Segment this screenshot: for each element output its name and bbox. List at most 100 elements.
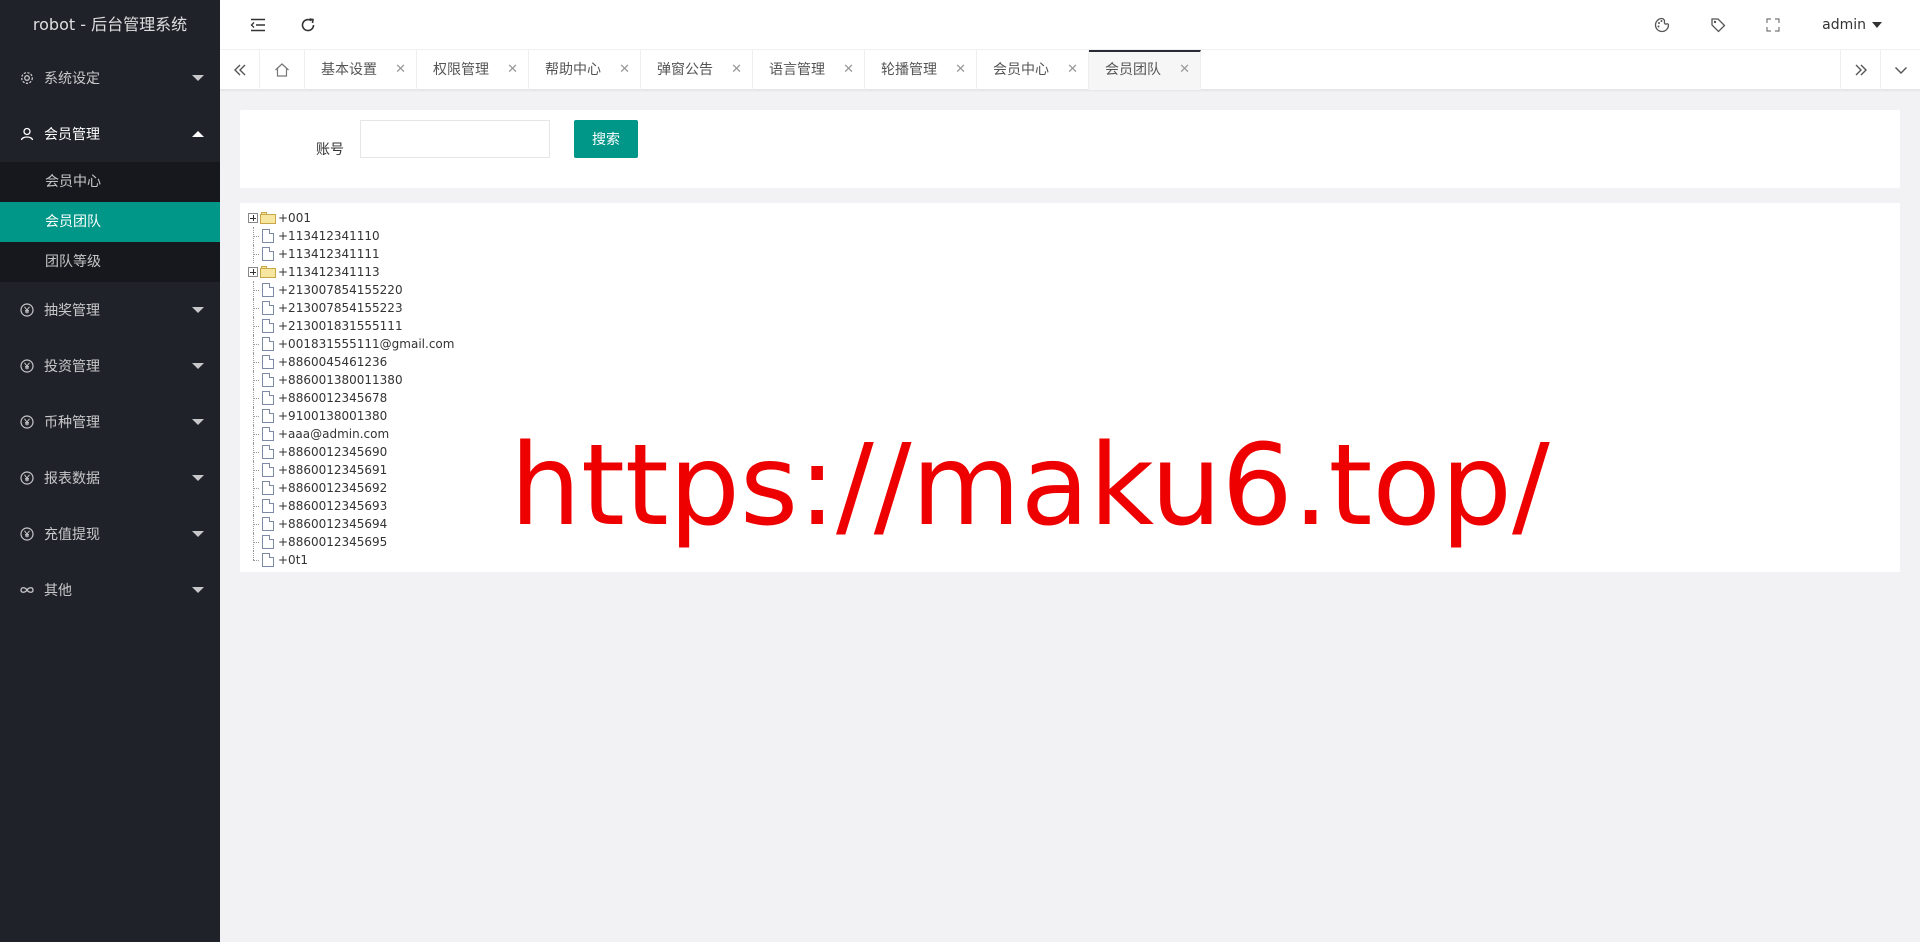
tabs-scroll-left-icon[interactable] [220,50,260,90]
sidebar-item-system-settings[interactable]: 系统设定 [0,50,220,106]
refresh-icon[interactable] [283,0,333,50]
top-header: admin [220,0,1920,50]
tab-popup-notice[interactable]: 弹窗公告 ✕ [641,50,753,90]
tree-node[interactable]: +aaa@admin.com [248,425,454,443]
tree-node[interactable]: +8860045461236 [248,353,454,371]
tree-node-label[interactable]: +213007854155220 [278,283,403,297]
sidebar-item-currency-management[interactable]: 币种管理 [0,394,220,450]
yen-icon [20,415,34,429]
sidebar-item-deposit-withdraw[interactable]: 充值提现 [0,506,220,562]
tree-node[interactable]: +8860012345678 [248,389,454,407]
page-tabs: 基本设置 ✕ 权限管理 ✕ 帮助中心 ✕ 弹窗公告 ✕ 语言管理 ✕ 轮播管理 ✕ 会员中心… [220,50,1920,90]
tree-node-label[interactable]: +8860012345692 [278,481,387,495]
sidebar-item-team-level[interactable]: 团队等级 [0,242,220,282]
tree-node[interactable]: +9100138001380 [248,407,454,425]
tab-label: 帮助中心 [545,62,601,78]
tree-node[interactable]: +213007854155223 [248,299,454,317]
tree-node-label[interactable]: +213007854155223 [278,301,403,315]
tree-node-label[interactable]: +8860012345693 [278,499,387,513]
tree-node-label[interactable]: +aaa@admin.com [278,427,389,441]
tree-node[interactable]: +001831555111@gmail.com [248,335,454,353]
tab-language[interactable]: 语言管理 ✕ [753,50,865,90]
menu-fold-icon[interactable] [233,0,283,50]
close-icon[interactable]: ✕ [395,50,406,90]
tag-icon[interactable] [1693,0,1743,50]
account-search-input[interactable] [360,120,550,158]
close-icon[interactable]: ✕ [843,50,854,90]
file-icon [262,427,274,441]
sidebar-item-report-data[interactable]: 报表数据 [0,450,220,506]
sidebar-group-reports: 报表数据 [0,450,220,506]
tree-node-label[interactable]: +8860012345678 [278,391,387,405]
tree-node[interactable]: +8860012345691 [248,461,454,479]
tab-list: 基本设置 ✕ 权限管理 ✕ 帮助中心 ✕ 弹窗公告 ✕ 语言管理 ✕ 轮播管理 ✕ 会员中心… [305,50,1201,90]
tabs-menu-chevron-down-icon[interactable] [1880,50,1920,90]
tree-node-label[interactable]: +001831555111@gmail.com [278,337,454,351]
sidebar-item-member-management[interactable]: 会员管理 [0,106,220,162]
member-tree: +001 +113412341110 +113412341111 +113412… [248,209,454,569]
close-icon[interactable]: ✕ [507,50,518,90]
expand-icon[interactable] [248,267,258,277]
close-icon[interactable]: ✕ [619,50,630,90]
tree-node-label[interactable]: +8860012345694 [278,517,387,531]
sidebar-group-label: 报表数据 [44,471,100,487]
tree-node[interactable]: +113412341113 [248,263,454,281]
sidebar: robot - 后台管理系统 系统设定 会员管理 会员中心 会员团队 团队等级 … [0,0,220,942]
tab-carousel[interactable]: 轮播管理 ✕ [865,50,977,90]
sidebar-item-lottery-management[interactable]: 抽奖管理 [0,282,220,338]
fullscreen-icon[interactable] [1748,0,1798,50]
tree-node-label[interactable]: +8860012345691 [278,463,387,477]
tree-node-label[interactable]: +001 [278,211,311,225]
folder-icon [260,266,276,278]
tree-node[interactable]: +8860012345694 [248,515,454,533]
close-icon[interactable]: ✕ [1179,52,1190,88]
tree-node-label[interactable]: +113412341113 [278,265,380,279]
user-menu[interactable]: admin [1822,0,1882,50]
home-icon[interactable] [260,50,305,90]
tree-node[interactable]: +113412341110 [248,227,454,245]
close-icon[interactable]: ✕ [731,50,742,90]
close-icon[interactable]: ✕ [1067,50,1078,90]
tab-member-team[interactable]: 会员团队 ✕ [1089,50,1201,90]
tree-node[interactable]: +213007854155220 [248,281,454,299]
tree-node[interactable]: +213001831555111 [248,317,454,335]
sidebar-item-member-center[interactable]: 会员中心 [0,162,220,202]
tree-node[interactable]: +8860012345693 [248,497,454,515]
tree-node[interactable]: +8860012345690 [248,443,454,461]
tree-node[interactable]: +0t1 [248,551,454,569]
tree-node[interactable]: +001 [248,209,454,227]
tabs-scroll-right-icon[interactable] [1840,50,1880,90]
expand-icon[interactable] [248,213,258,223]
tree-node-label[interactable]: +113412341111 [278,247,380,261]
tree-node-label[interactable]: +886001380011380 [278,373,403,387]
sidebar-item-member-team[interactable]: 会员团队 [0,202,220,242]
sidebar-item-other[interactable]: 其他 [0,562,220,618]
tab-permissions[interactable]: 权限管理 ✕ [417,50,529,90]
sidebar-submenu: 会员中心 会员团队 团队等级 [0,162,220,282]
chevron-down-icon [192,307,204,313]
tab-help-center[interactable]: 帮助中心 ✕ [529,50,641,90]
file-icon [262,355,274,369]
tree-node-label[interactable]: +8860045461236 [278,355,387,369]
tree-node[interactable]: +886001380011380 [248,371,454,389]
tab-member-center[interactable]: 会员中心 ✕ [977,50,1089,90]
tree-node-label[interactable]: +213001831555111 [278,319,403,333]
file-icon [262,463,274,477]
tree-node[interactable]: +8860012345692 [248,479,454,497]
tree-node-label[interactable]: +113412341110 [278,229,380,243]
close-icon[interactable]: ✕ [955,50,966,90]
sidebar-item-investment-management[interactable]: 投资管理 [0,338,220,394]
yen-icon [20,471,34,485]
tree-node[interactable]: +8860012345695 [248,533,454,551]
user-name: admin [1822,17,1866,33]
search-button[interactable]: 搜索 [574,120,638,158]
tree-node-label[interactable]: +8860012345695 [278,535,387,549]
user-icon [20,127,34,141]
theme-icon[interactable] [1637,0,1687,50]
tree-node-label[interactable]: +0t1 [278,553,308,567]
tab-basic-settings[interactable]: 基本设置 ✕ [305,50,417,90]
tree-node-label[interactable]: +9100138001380 [278,409,387,423]
tree-node-label[interactable]: +8860012345690 [278,445,387,459]
tab-label: 轮播管理 [881,62,937,78]
tree-node[interactable]: +113412341111 [248,245,454,263]
